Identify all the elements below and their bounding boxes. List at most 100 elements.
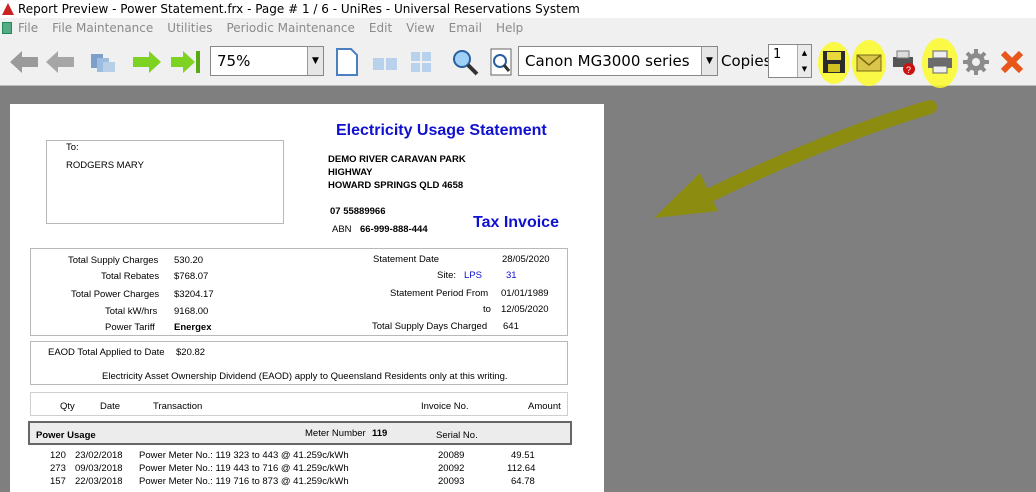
business-line-2: HIGHWAY [328,167,373,178]
summary-label: Power Tariff [105,322,155,333]
menu-file-maintenance[interactable]: File Maintenance [52,21,153,35]
close-icon[interactable] [996,46,1028,78]
row-date: 09/03/2018 [75,463,123,474]
section-title: Power Usage [36,430,96,441]
eaod-value: $20.82 [176,347,206,358]
section-header [28,421,572,445]
recipient-name: RODGERS MARY [66,160,144,171]
window-title: Report Preview - Power Statement.frx - P… [18,2,580,16]
row-amount: 49.51 [511,450,535,461]
zoom-select[interactable]: 75% ▼ [210,46,324,76]
period-label: Statement Period From [390,288,489,299]
title-bar: Report Preview - Power Statement.frx - P… [0,0,1036,18]
col-date: Date [100,401,121,412]
summary-label: Total Supply Charges [68,255,159,266]
row-invoice: 20089 [438,450,465,461]
site-code: LPS [464,270,482,281]
print-preview-icon[interactable] [486,46,516,78]
statement-date: 28/05/2020 [502,254,550,265]
next-page-icon[interactable] [130,46,164,78]
spin-up-icon[interactable]: ▲ [797,45,811,61]
two-page-view-icon[interactable] [368,46,402,78]
eaod-note: Electricity Asset Ownership Dividend (EA… [102,371,508,382]
app-menu-icon[interactable] [2,22,12,34]
summary-value: Energex [174,322,212,333]
row-qty: 157 [50,476,66,487]
copies-label: Copies [721,52,772,70]
business-line-1: DEMO RIVER CARAVAN PARK [328,154,466,165]
report-heading: Electricity Usage Statement [336,122,547,139]
row-date: 23/02/2018 [75,450,123,461]
email-icon[interactable] [854,46,884,78]
col-invoice: Invoice No. [421,401,469,412]
period-to-label: to [483,304,491,315]
save-icon[interactable] [818,46,850,78]
printer-help-icon[interactable]: ? [888,46,920,78]
col-qty: Qty [60,401,75,412]
site-number: 31 [506,270,517,281]
prev-page-icon[interactable] [44,46,76,78]
supply-days: 641 [503,321,519,332]
printer-select[interactable]: Canon MG3000 series ▼ [518,46,718,76]
business-phone: 07 55889966 [330,206,386,217]
svg-text:?: ? [906,65,911,75]
printer-value: Canon MG3000 series [525,52,690,70]
summary-value: 530.20 [174,255,204,266]
menu-edit[interactable]: Edit [369,21,392,35]
meter-number: 119 [372,428,388,439]
serial-label: Serial No. [436,430,478,441]
tax-invoice-label: Tax Invoice [473,214,559,231]
row-transaction: Power Meter No.: 119 443 to 716 @ 41.259… [139,463,349,474]
menu-file[interactable]: File [18,21,38,35]
row-invoice: 20093 [438,476,465,487]
summary-label: Total Power Charges [71,289,160,300]
statement-date-label: Statement Date [373,254,440,265]
summary-value: 9168.00 [174,306,209,317]
row-transaction: Power Meter No.: 119 716 to 873 @ 41.259… [139,476,349,487]
col-amount: Amount [528,401,561,412]
single-page-view-icon[interactable] [332,46,360,78]
menu-bar: File File Maintenance Utilities Periodic… [0,18,1036,38]
abn-label: ABN [332,224,352,235]
to-label: To: [66,142,79,153]
period-to: 12/05/2020 [501,304,549,315]
summary-value: $768.07 [174,271,209,282]
business-line-3: HOWARD SPRINGS QLD 4658 [328,180,464,191]
four-page-view-icon[interactable] [406,46,436,78]
menu-periodic-maintenance[interactable]: Periodic Maintenance [226,21,354,35]
row-qty: 120 [50,450,66,461]
zoom-value: 75% [217,52,251,70]
abn-value: 66-999-888-444 [360,224,428,235]
chevron-down-icon[interactable]: ▼ [701,47,717,75]
recipient-box [46,140,284,224]
spin-down-icon[interactable]: ▼ [797,61,811,77]
print-icon[interactable] [924,46,956,78]
gear-icon[interactable] [960,46,992,78]
summary-value: $3204.17 [174,289,214,300]
row-amount: 112.64 [507,463,536,474]
col-transaction: Transaction [153,401,203,412]
menu-email[interactable]: Email [449,21,482,35]
row-invoice: 20092 [438,463,465,474]
summary-label: Total Rebates [101,271,160,282]
chevron-down-icon[interactable]: ▼ [307,47,323,75]
row-qty: 273 [50,463,66,474]
menu-utilities[interactable]: Utilities [167,21,212,35]
menu-view[interactable]: View [406,21,434,35]
report-page: Electricity Usage Statement To: RODGERS … [10,104,604,492]
supply-days-label: Total Supply Days Charged [372,321,488,332]
multi-page-icon[interactable] [86,46,120,78]
eaod-label: EAOD Total Applied to Date [48,347,165,358]
last-page-icon[interactable] [168,46,202,78]
period-from: 01/01/1989 [501,288,549,299]
row-amount: 64.78 [511,476,535,487]
copies-stepper[interactable]: 1 ▲ ▼ [768,44,812,78]
meter-label: Meter Number [305,428,366,439]
app-icon [2,3,14,15]
first-page-icon[interactable] [8,46,40,78]
find-icon[interactable] [450,46,480,78]
menu-help[interactable]: Help [496,21,523,35]
row-transaction: Power Meter No.: 119 323 to 443 @ 41.259… [139,450,349,461]
summary-label: Total kW/hrs [105,306,158,317]
copies-value: 1 [773,47,782,62]
